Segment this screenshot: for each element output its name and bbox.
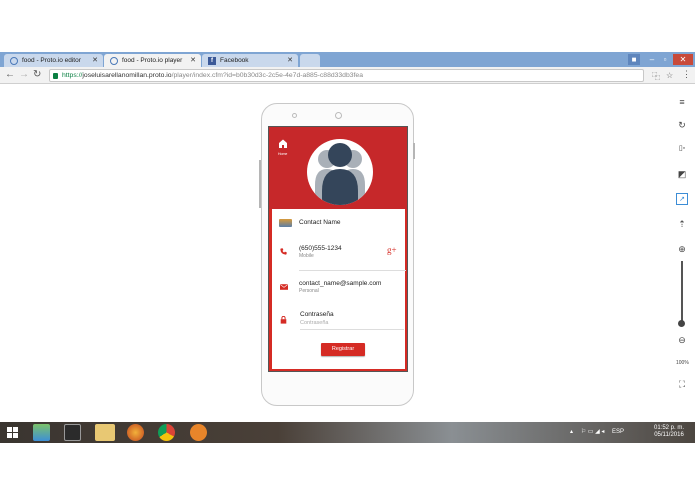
- firefox-icon[interactable]: [127, 424, 144, 441]
- password-underline: [300, 329, 404, 330]
- chrome-icon[interactable]: [158, 424, 175, 441]
- phone-row[interactable]: (650)555-1234 Mobile g+: [272, 241, 405, 267]
- phone-icon: [280, 248, 287, 255]
- contact-name: Contact Name: [299, 219, 341, 226]
- profile-header: Home: [269, 127, 407, 209]
- contact-card-icon: [279, 219, 292, 227]
- refresh-icon[interactable]: ↻: [676, 119, 688, 131]
- divider: [299, 270, 406, 271]
- home-label: Home: [278, 152, 288, 156]
- password-row[interactable]: Contraseña Contraseña: [272, 307, 405, 333]
- screen-top-margin: [0, 0, 695, 52]
- tray-icons[interactable]: ⚐ ▭ ◢ ◂: [581, 429, 605, 435]
- home-icon: [279, 139, 287, 148]
- hamburger-menu-icon[interactable]: ≡: [676, 96, 688, 108]
- address-bar-row: ← → ↻ https://joseluisarellanomillan.pro…: [0, 67, 695, 84]
- app-screen: Home Contact Name (650)555-1234 Mobile g…: [268, 126, 408, 372]
- user-profile-icon[interactable]: ■: [628, 54, 640, 65]
- clock[interactable]: 01:52 p. m. 05/11/2016: [654, 425, 684, 439]
- clock-date: 05/11/2016: [654, 432, 684, 438]
- email-type: Personal: [299, 288, 319, 294]
- google-plus-icon[interactable]: g+: [387, 245, 397, 255]
- email-row[interactable]: contact_name@sample.com Personal: [272, 277, 405, 301]
- translate-icon[interactable]: ⿻: [652, 71, 660, 82]
- zoom-level: 100%: [676, 360, 689, 366]
- maximize-button[interactable]: ▫: [659, 54, 671, 65]
- lock-icon: [53, 73, 58, 79]
- taskbar: ▴ ⚐ ▭ ◢ ◂ ESP 01:52 p. m. 05/11/2016: [0, 422, 695, 443]
- windows-start-icon[interactable]: [7, 427, 18, 438]
- tab-title: food - Proto.io editor: [22, 57, 81, 64]
- tab-close-icon[interactable]: ✕: [190, 56, 196, 64]
- clock-time: 01:52 p. m.: [654, 425, 685, 431]
- terminal-icon[interactable]: [64, 424, 81, 441]
- phone-type: Mobile: [299, 253, 314, 259]
- zoom-slider-handle[interactable]: [678, 320, 685, 327]
- email-address: contact_name@sample.com: [299, 280, 382, 287]
- tab-proto-editor[interactable]: food - Proto.io editor ✕: [4, 54, 103, 67]
- phone-number: (650)555-1234: [299, 245, 342, 252]
- zoom-out-icon[interactable]: ⊖: [676, 334, 688, 346]
- password-input[interactable]: Contraseña: [300, 320, 328, 326]
- url-host: joseluisarellanomillan.proto.io: [82, 72, 172, 79]
- forward-arrow-icon[interactable]: →: [19, 69, 29, 80]
- tray-arrow-icon[interactable]: ▴: [570, 429, 573, 435]
- url-scheme: https://: [62, 72, 83, 79]
- phone-sensor: [292, 113, 297, 118]
- register-button[interactable]: Registrar: [321, 343, 365, 356]
- phone-side-button: [259, 160, 261, 208]
- lock-icon: [280, 316, 287, 324]
- password-label: Contraseña: [300, 311, 334, 318]
- facebook-icon: f: [208, 57, 216, 65]
- tab-title: Facebook: [220, 57, 249, 64]
- screen-bottom-margin: [0, 443, 695, 494]
- url-field[interactable]: https://joseluisarellanomillan.proto.io/…: [49, 69, 644, 82]
- contrast-icon[interactable]: ◩: [676, 168, 688, 180]
- zoom-slider-track[interactable]: [681, 261, 683, 325]
- menu-kebab-icon[interactable]: ⋮: [682, 69, 691, 80]
- home-button[interactable]: Home: [278, 135, 290, 156]
- reload-icon[interactable]: ↻: [33, 69, 41, 80]
- new-tab-button[interactable]: [300, 54, 320, 67]
- phone-side-button: [413, 143, 415, 159]
- proto-io-icon: [10, 57, 18, 65]
- tab-close-icon[interactable]: ✕: [92, 56, 98, 64]
- tab-facebook[interactable]: f Facebook ✕: [202, 54, 298, 67]
- tab-proto-player[interactable]: food - Proto.io player ✕: [104, 54, 201, 67]
- app-icon[interactable]: [33, 424, 50, 441]
- bookmark-star-icon[interactable]: ☆: [666, 71, 673, 80]
- touch-icon[interactable]: ⇡: [676, 218, 688, 230]
- back-arrow-icon[interactable]: ←: [5, 69, 15, 80]
- tab-close-icon[interactable]: ✕: [287, 56, 293, 64]
- zoom-in-icon[interactable]: ⊕: [676, 243, 688, 255]
- contact-name-row[interactable]: Contact Name: [272, 215, 405, 231]
- close-window-button[interactable]: ✕: [673, 54, 693, 65]
- browser-tab-bar: food - Proto.io editor ✕ food - Proto.io…: [0, 52, 695, 67]
- avatar[interactable]: [307, 139, 373, 205]
- devices-icon[interactable]: ▯▫: [676, 143, 688, 155]
- fullscreen-icon[interactable]: ⛶: [676, 378, 688, 390]
- mail-icon: [280, 284, 288, 290]
- minimize-button[interactable]: –: [646, 54, 658, 65]
- system-tray: ▴ ⚐ ▭ ◢ ◂ ESP: [570, 428, 624, 435]
- phone-camera: [335, 112, 342, 119]
- url-path: /player/index.cfm?id=b0b30d3c-2c5e-4e7d-…: [171, 72, 363, 79]
- contact-card: Contact Name (650)555-1234 Mobile g+ con…: [272, 209, 406, 369]
- settings-app-icon[interactable]: [190, 424, 207, 441]
- language-indicator[interactable]: ESP: [612, 429, 624, 435]
- hotspot-icon[interactable]: ↗: [676, 193, 688, 205]
- proto-io-icon: [110, 57, 118, 65]
- person-silhouette-icon: [315, 143, 365, 205]
- file-explorer-icon[interactable]: [95, 424, 115, 441]
- tab-title: food - Proto.io player: [122, 57, 183, 64]
